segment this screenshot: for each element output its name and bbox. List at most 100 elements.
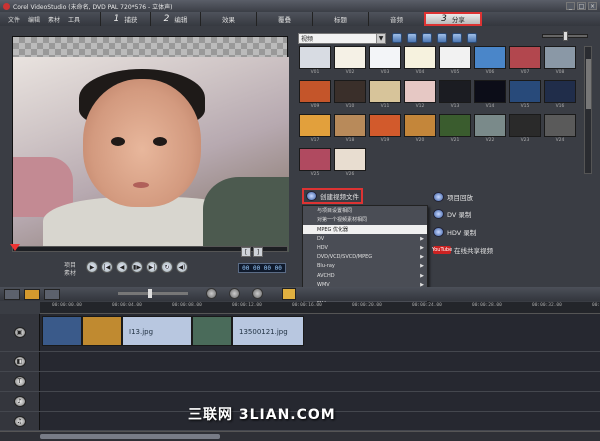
mark-out-button[interactable]: ]: [253, 247, 263, 257]
timeline-clip[interactable]: I13.jpg: [122, 316, 192, 346]
tab-effects[interactable]: 效果: [200, 12, 256, 26]
scrubber-handle[interactable]: [10, 244, 20, 251]
menu-file[interactable]: 文件: [8, 15, 20, 24]
library-thumbnail[interactable]: V02: [334, 46, 366, 76]
submenu-arrow-icon: ▶: [420, 254, 424, 261]
thumbnail-label: V01: [310, 70, 320, 75]
previous-frame-button[interactable]: ◀: [116, 261, 128, 273]
timeline-clip[interactable]: [192, 316, 232, 346]
menu-item[interactable]: 与项目设置相同: [303, 206, 427, 215]
library-thumbnail[interactable]: V05: [439, 46, 471, 76]
menu-tools[interactable]: 工具: [68, 15, 80, 24]
thumbnail-label: V11: [380, 104, 390, 109]
sort-icon[interactable]: [452, 33, 462, 43]
import-icon[interactable]: [407, 33, 417, 43]
library-thumbnail[interactable]: V09: [299, 80, 331, 110]
library-thumbnail[interactable]: V08: [544, 46, 576, 76]
mode-clip[interactable]: 素材: [64, 270, 76, 278]
timeline-view-button[interactable]: [24, 288, 40, 300]
watermark: 三联网 3LIAN.COM: [188, 407, 336, 423]
menu-item[interactable]: Blu-ray ▶: [303, 262, 427, 271]
thumbnail-label: V23: [520, 138, 530, 143]
library-thumbnail[interactable]: V15: [509, 80, 541, 110]
library-thumbnail[interactable]: V04: [404, 46, 436, 76]
title-track-header: T: [0, 372, 40, 391]
tab-edit[interactable]: 2 编辑: [150, 12, 200, 26]
audio-view-button[interactable]: [44, 288, 60, 300]
track-manager-icon[interactable]: [206, 288, 217, 299]
menu-item[interactable]: MPEG 优化器: [303, 224, 427, 234]
folder-icon[interactable]: [392, 33, 402, 43]
timeline-zoom-slider[interactable]: [118, 289, 188, 298]
library-thumbnail[interactable]: V14: [474, 80, 506, 110]
library-thumbnail[interactable]: V10: [334, 80, 366, 110]
timeline-clip[interactable]: 13500121.jpg: [232, 316, 304, 346]
film-icon[interactable]: [422, 33, 432, 43]
next-frame-button[interactable]: ▮▶: [131, 261, 143, 273]
home-button[interactable]: |◀: [101, 261, 113, 273]
thumbnail-image: [544, 80, 576, 103]
library-scrollbar[interactable]: [584, 46, 592, 174]
menu-item[interactable]: HDV ▶: [303, 243, 427, 252]
menu-item[interactable]: DVD/VCD/SVCD/MPEG ▶: [303, 252, 427, 261]
library-thumbnail[interactable]: V12: [404, 80, 436, 110]
maximize-button[interactable]: □: [577, 2, 586, 10]
ruler-tick-label: 00:00:08.00: [172, 303, 202, 308]
video-track: ▣ I13.jpg 13500121.jpg: [0, 314, 600, 352]
dv-record-button[interactable]: DV 录制: [433, 209, 471, 219]
library-thumbnail[interactable]: V13: [439, 80, 471, 110]
timeline-ruler[interactable]: 00:00:00.00 00:00:04.00 00:00:08.00 00:00:1…: [40, 302, 600, 314]
undo-icon[interactable]: [229, 288, 240, 299]
menu-item[interactable]: DV ▶: [303, 234, 427, 243]
thumbnail-size-slider[interactable]: [542, 31, 588, 41]
library-thumbnail[interactable]: V22: [474, 114, 506, 144]
create-video-file-button[interactable]: 创建视频文件: [302, 188, 363, 204]
tab-audio[interactable]: 音频: [368, 12, 424, 26]
image-icon[interactable]: [437, 33, 447, 43]
library-thumbnail[interactable]: V18: [334, 114, 366, 144]
options-icon[interactable]: [467, 33, 477, 43]
library-thumbnail[interactable]: V17: [299, 114, 331, 144]
repeat-button[interactable]: ↻: [161, 261, 173, 273]
mark-in-button[interactable]: [: [241, 247, 251, 257]
project-playback-button[interactable]: 项目回放: [433, 192, 473, 202]
hdv-record-button[interactable]: HDV 录制: [433, 227, 476, 237]
library-thumbnail[interactable]: V11: [369, 80, 401, 110]
timeline-scrollbar[interactable]: [0, 431, 600, 441]
library-thumbnail[interactable]: V23: [509, 114, 541, 144]
library-thumbnail[interactable]: V21: [439, 114, 471, 144]
close-button[interactable]: ×: [588, 2, 597, 10]
menu-edit[interactable]: 编辑: [28, 15, 40, 24]
library-thumbnail[interactable]: V19: [369, 114, 401, 144]
online-share-button[interactable]: YouTube 在线共享视频: [432, 245, 493, 255]
tab-share[interactable]: 3 分享: [424, 12, 482, 26]
mode-project[interactable]: 项目: [64, 262, 76, 270]
timecode-display[interactable]: 00 00 00 00: [238, 263, 286, 273]
volume-button[interactable]: ◀): [176, 261, 188, 273]
library-thumbnail[interactable]: V24: [544, 114, 576, 144]
library-thumbnail[interactable]: V01: [299, 46, 331, 76]
tab-overlay[interactable]: 覆叠: [256, 12, 312, 26]
library-thumbnail[interactable]: V06: [474, 46, 506, 76]
slider-knob[interactable]: [563, 31, 568, 41]
storyboard-view-button[interactable]: [4, 288, 20, 300]
menu-item[interactable]: AVCHD ▶: [303, 271, 427, 280]
menu-item[interactable]: 对第一个视频素材相同: [303, 215, 427, 224]
library-thumbnail[interactable]: V07: [509, 46, 541, 76]
tab-title[interactable]: 标题: [312, 12, 368, 26]
library-thumbnail[interactable]: V20: [404, 114, 436, 144]
library-thumbnail[interactable]: V16: [544, 80, 576, 110]
redo-icon[interactable]: [252, 288, 263, 299]
library-thumbnail[interactable]: V26: [334, 148, 366, 178]
play-button[interactable]: ▶: [86, 261, 98, 273]
library-category-select[interactable]: 视频 ▼: [298, 32, 386, 44]
library-thumbnail[interactable]: V25: [299, 148, 331, 178]
tab-capture[interactable]: 1 捕获: [100, 12, 150, 26]
smart-proxy-icon[interactable]: [282, 288, 296, 300]
timeline-clip[interactable]: [42, 316, 82, 346]
minimize-button[interactable]: _: [566, 2, 575, 10]
menu-clip[interactable]: 素材: [48, 15, 60, 24]
end-button[interactable]: ▶|: [146, 261, 158, 273]
library-thumbnail[interactable]: V03: [369, 46, 401, 76]
timeline-clip[interactable]: [82, 316, 122, 346]
